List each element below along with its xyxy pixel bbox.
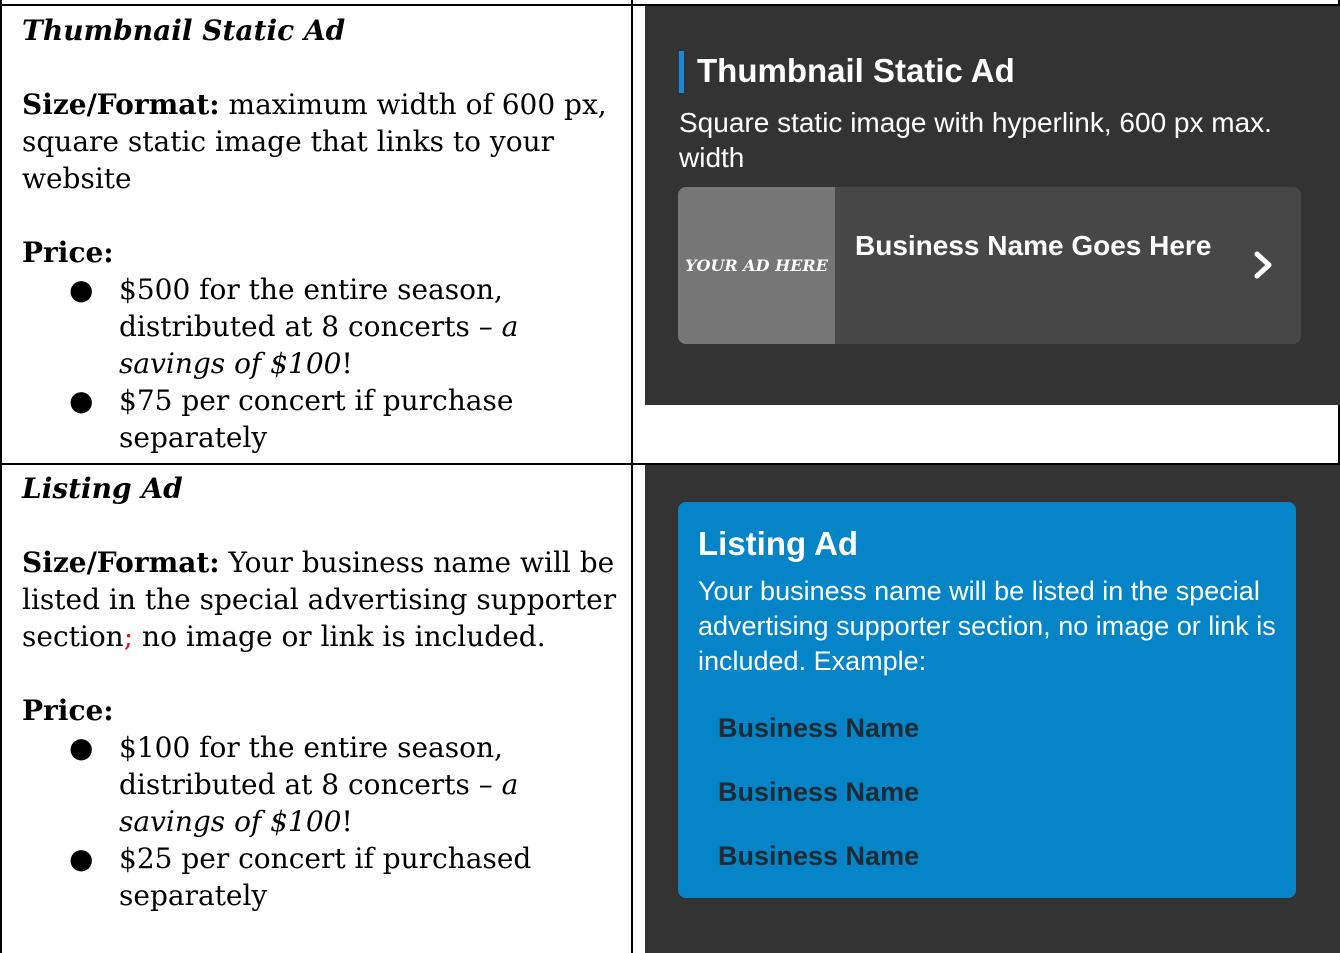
bullet-icon: ● xyxy=(69,384,94,417)
listing-title: Listing Ad xyxy=(22,472,183,505)
price-bullet: ● $75 per concert if purchase separately xyxy=(69,384,514,454)
price-bullet: ● $25 per concert if purchased separately xyxy=(69,842,532,912)
price-bullet: ● $100 for the entire season, distributed… xyxy=(69,731,519,838)
listing-description-cell: Listing Ad Size/Format: Your business na… xyxy=(22,470,622,914)
bullet-icon: ● xyxy=(69,842,94,875)
document-table: Thumbnail Static Ad Size/Format: maximum… xyxy=(0,0,1340,953)
business-name: Business Name Goes Here xyxy=(855,230,1212,261)
thumbnail-ad-card[interactable]: YOUR AD HERE Business Name Goes Here xyxy=(678,187,1301,344)
listing-preview-heading: Listing Ad xyxy=(698,525,859,562)
thumbnail-preview-heading: Thumbnail Static Ad xyxy=(697,52,1015,89)
thumbnail-price-list: ● $500 for the entire season, distributed… xyxy=(22,271,622,456)
table-border-left xyxy=(0,0,2,953)
size-format-label: Size/Format: xyxy=(22,546,220,579)
listing-preview-description: Your business name will be listed in the… xyxy=(698,576,1276,676)
listing-ad-card: Listing Ad Your business name will be li… xyxy=(678,502,1296,898)
business-name-example: Business Name xyxy=(718,777,920,807)
thumbnail-title: Thumbnail Static Ad xyxy=(22,14,346,47)
thumbnail-description-cell: Thumbnail Static Ad Size/Format: maximum… xyxy=(22,12,622,456)
business-name-example: Business Name xyxy=(718,713,920,743)
red-separator: ; xyxy=(123,620,134,653)
bullet-icon: ● xyxy=(69,731,94,764)
accent-bar xyxy=(679,51,684,93)
chevron-right-icon xyxy=(1254,251,1272,279)
listing-price-list: ● $100 for the entire season, distributed… xyxy=(22,729,622,914)
thumbnail-size-format: Size/Format: maximum width of 600 px, sq… xyxy=(22,86,622,197)
size-format-label: Size/Format: xyxy=(22,88,220,121)
price-label: Price: xyxy=(22,236,114,269)
listing-size-format: Size/Format: Your business name will be … xyxy=(22,546,617,653)
table-column-divider xyxy=(631,0,633,953)
ad-image-placeholder: YOUR AD HERE xyxy=(678,187,835,344)
price-bullet: ● $500 for the entire season, distributed… xyxy=(69,273,519,380)
bullet-icon: ● xyxy=(69,273,94,306)
price-label: Price: xyxy=(22,694,114,727)
business-name-example: Business Name xyxy=(718,841,920,871)
thumbnail-preview-description: Square static image with hyperlink, 600 … xyxy=(679,107,1272,173)
